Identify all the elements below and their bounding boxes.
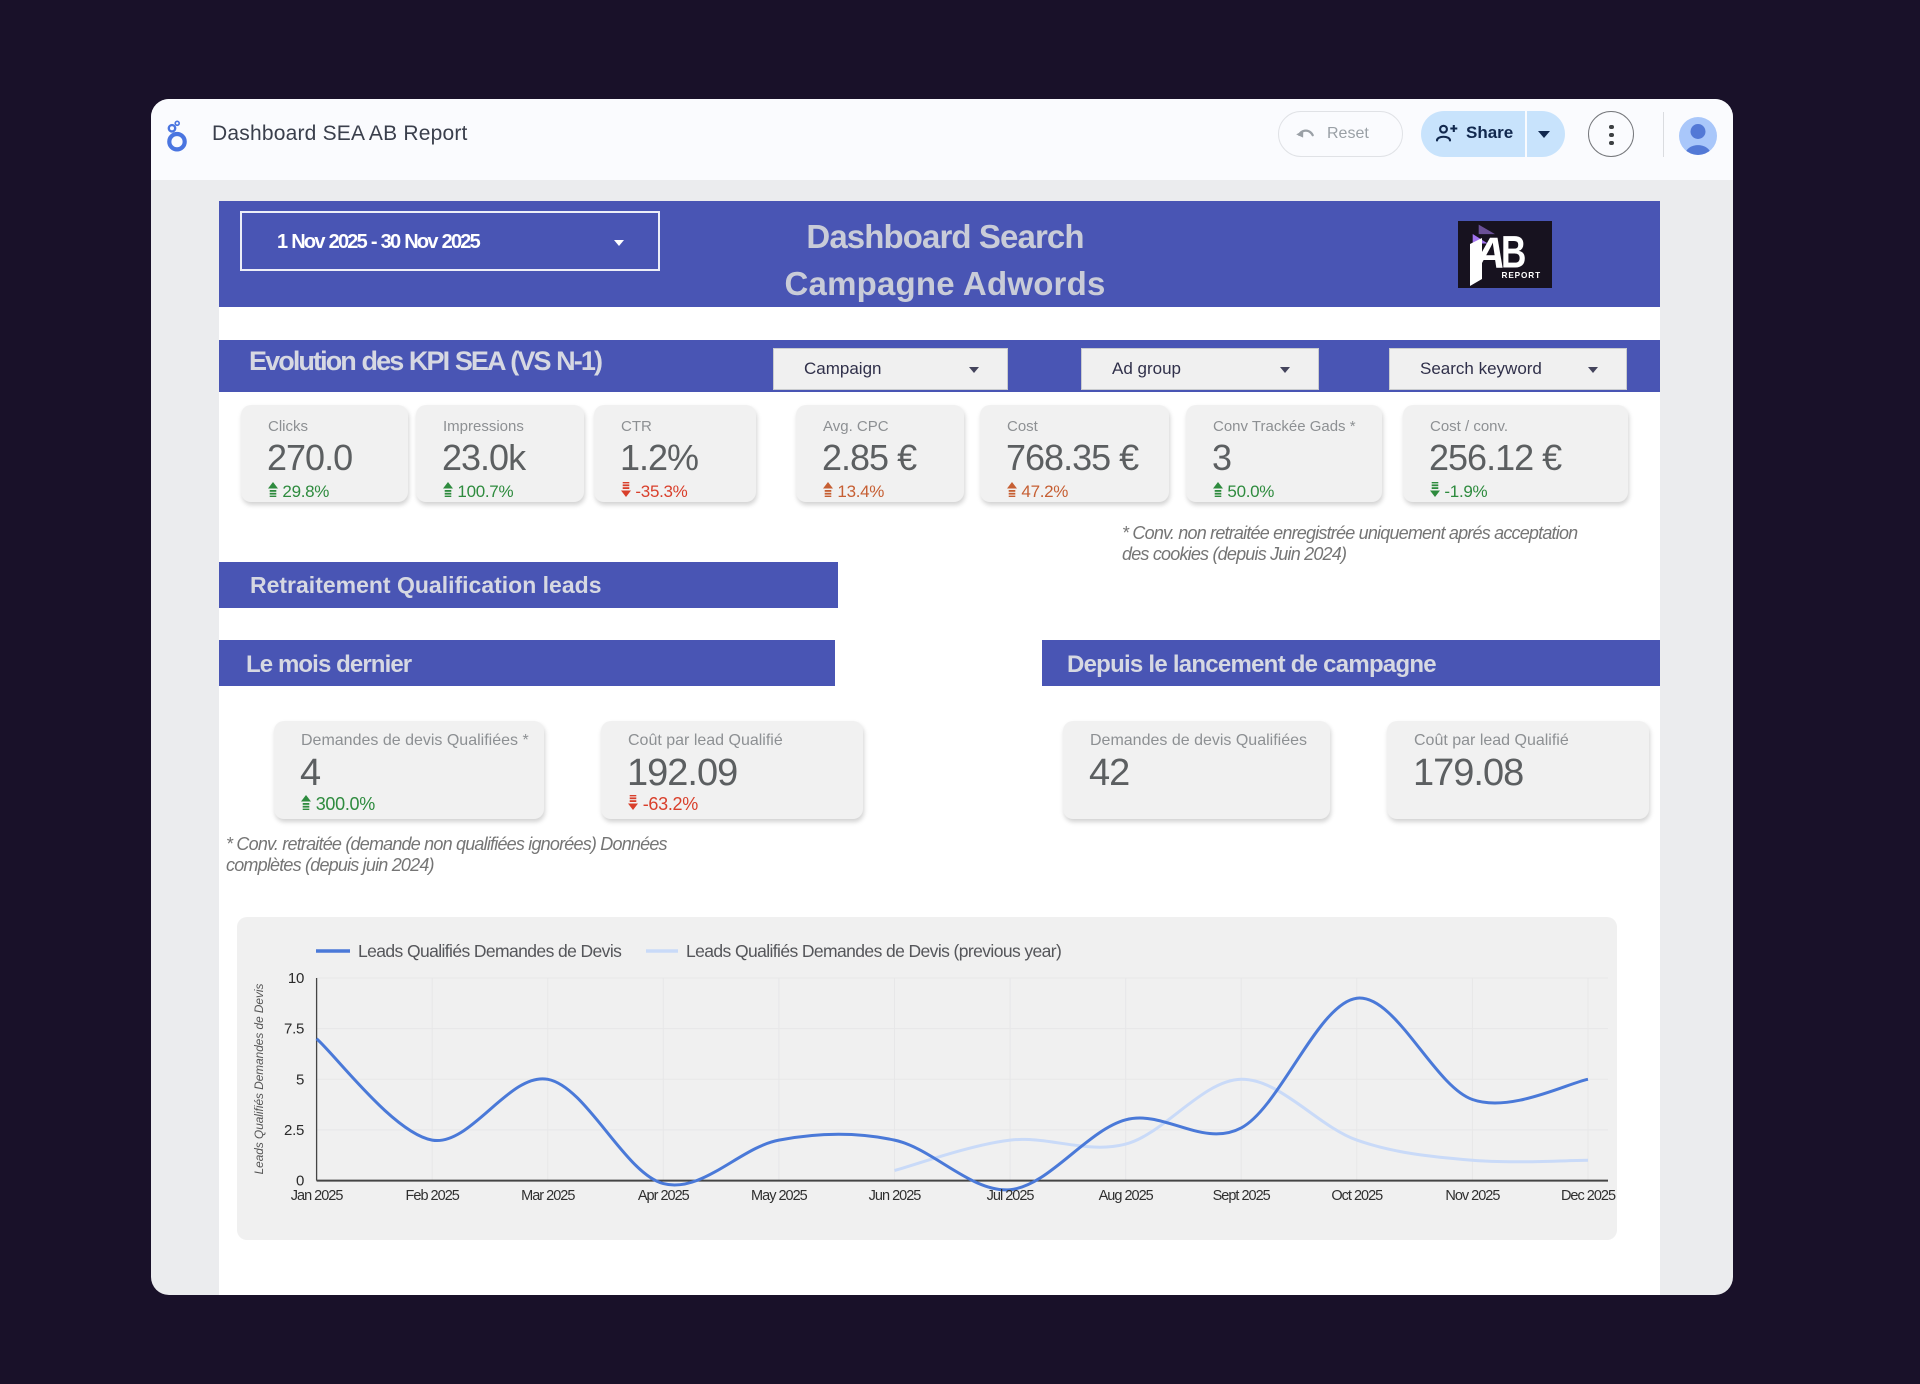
svg-text:REPORT: REPORT [1502,271,1542,280]
svg-text:Oct 2025: Oct 2025 [1331,1188,1383,1204]
svg-text:10: 10 [288,970,304,987]
svg-text:Leads Qualifiés Demandes de De: Leads Qualifiés Demandes de Devis [252,983,266,1174]
svg-text:Jun 2025: Jun 2025 [869,1188,922,1204]
svg-text:Jan 2025: Jan 2025 [291,1188,344,1204]
svg-text:Leads Qualifiés Demandes de De: Leads Qualifiés Demandes de Devis [358,941,622,961]
svg-text:Apr 2025: Apr 2025 [638,1188,690,1204]
svg-text:Mar 2025: Mar 2025 [521,1188,575,1204]
svg-text:7.5: 7.5 [284,1021,304,1038]
svg-text:2.5: 2.5 [284,1122,304,1139]
svg-text:Nov 2025: Nov 2025 [1445,1188,1500,1204]
svg-text:B: B [1501,226,1526,277]
svg-text:5: 5 [296,1071,304,1088]
svg-text:Jul 2025: Jul 2025 [987,1188,1035,1204]
svg-text:Sept 2025: Sept 2025 [1213,1188,1271,1204]
svg-text:Dec 2025: Dec 2025 [1561,1188,1616,1204]
svg-text:May 2025: May 2025 [751,1188,808,1204]
svg-text:Leads Qualifiés Demandes de De: Leads Qualifiés Demandes de Devis (previ… [686,941,1061,961]
svg-text:Feb 2025: Feb 2025 [406,1188,460,1204]
svg-text:Aug 2025: Aug 2025 [1099,1188,1154,1204]
